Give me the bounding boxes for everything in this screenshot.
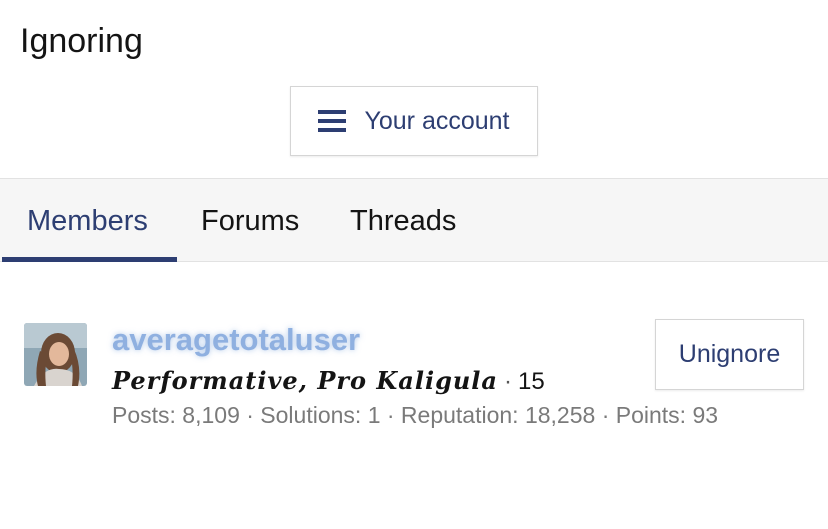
member-user-title: Performative, Pro Kaligula [112, 366, 498, 395]
member-username-link[interactable]: averagetotaluser [112, 322, 360, 358]
member-stats: Posts: 8,109 · Solutions: 1 · Reputation… [112, 402, 719, 428]
ignored-member-row: averagetotaluser Performative, Pro Kalig… [0, 300, 828, 460]
unignore-button[interactable]: Unignore [655, 319, 804, 390]
member-title-line: Performative, Pro Kaligula · 15 [112, 366, 545, 396]
your-account-label: Your account [364, 106, 510, 135]
tab-forums[interactable]: Forums [201, 179, 299, 261]
page-title: Ignoring [20, 22, 143, 60]
hamburger-icon [318, 110, 347, 132]
your-account-button[interactable]: Your account [290, 86, 538, 156]
member-level: 15 [517, 368, 545, 395]
ignore-tabs: Members Forums Threads [0, 178, 828, 262]
tab-members[interactable]: Members [27, 179, 148, 261]
tab-threads[interactable]: Threads [350, 179, 456, 261]
active-tab-indicator [2, 257, 177, 262]
avatar-image [24, 323, 87, 386]
avatar[interactable] [24, 323, 87, 386]
title-separator: · [503, 368, 512, 395]
